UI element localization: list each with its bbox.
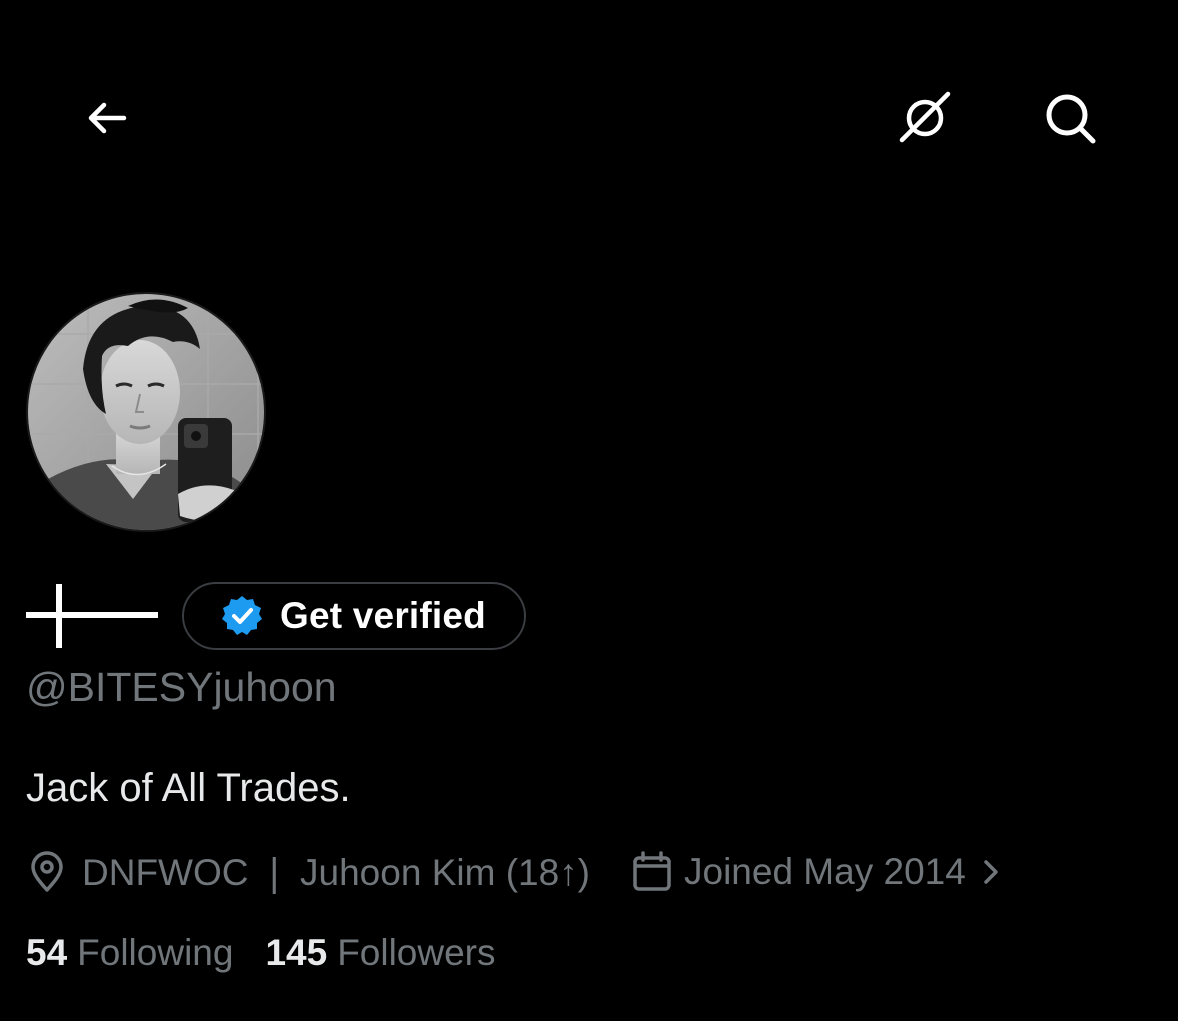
chevron-right-icon[interactable]	[980, 855, 1002, 889]
profile-joined-date: Joined May 2014	[684, 851, 966, 892]
followers-label: Followers	[337, 932, 496, 973]
name-row: Get verified	[26, 580, 526, 652]
display-name	[26, 584, 158, 648]
arrow-left-icon	[88, 102, 127, 134]
back-button[interactable]	[74, 86, 138, 150]
profile-location: DNFWOC ❘ Juhoon Kim (18↑)	[82, 851, 590, 893]
following-label: Following	[77, 932, 234, 973]
follow-stats: 54 Following 145 Followers	[26, 932, 496, 974]
following-count: 54	[26, 932, 68, 973]
followers-link[interactable]: 145 Followers	[265, 932, 495, 974]
followers-count: 145	[265, 932, 328, 973]
profile-photo	[28, 294, 264, 530]
following-link[interactable]: 54 Following	[26, 932, 233, 974]
verified-badge-icon	[220, 594, 264, 638]
search-icon	[1046, 94, 1096, 144]
get-verified-button[interactable]: Get verified	[182, 582, 526, 650]
profile-meta-row: DNFWOC ❘ Juhoon Kim (18↑) Joined May 201…	[26, 846, 1002, 898]
profile-bio: Jack of All Trades.	[26, 766, 351, 810]
calendar-icon	[632, 851, 672, 893]
search-button[interactable]	[1038, 86, 1102, 150]
grok-icon	[899, 91, 951, 143]
avatar[interactable]	[26, 292, 266, 532]
display-name-glyph	[26, 584, 158, 648]
get-verified-label: Get verified	[280, 595, 486, 636]
location-icon	[26, 851, 68, 893]
grok-button[interactable]	[893, 86, 957, 150]
profile-handle: @BITESYjuhoon	[26, 664, 337, 710]
